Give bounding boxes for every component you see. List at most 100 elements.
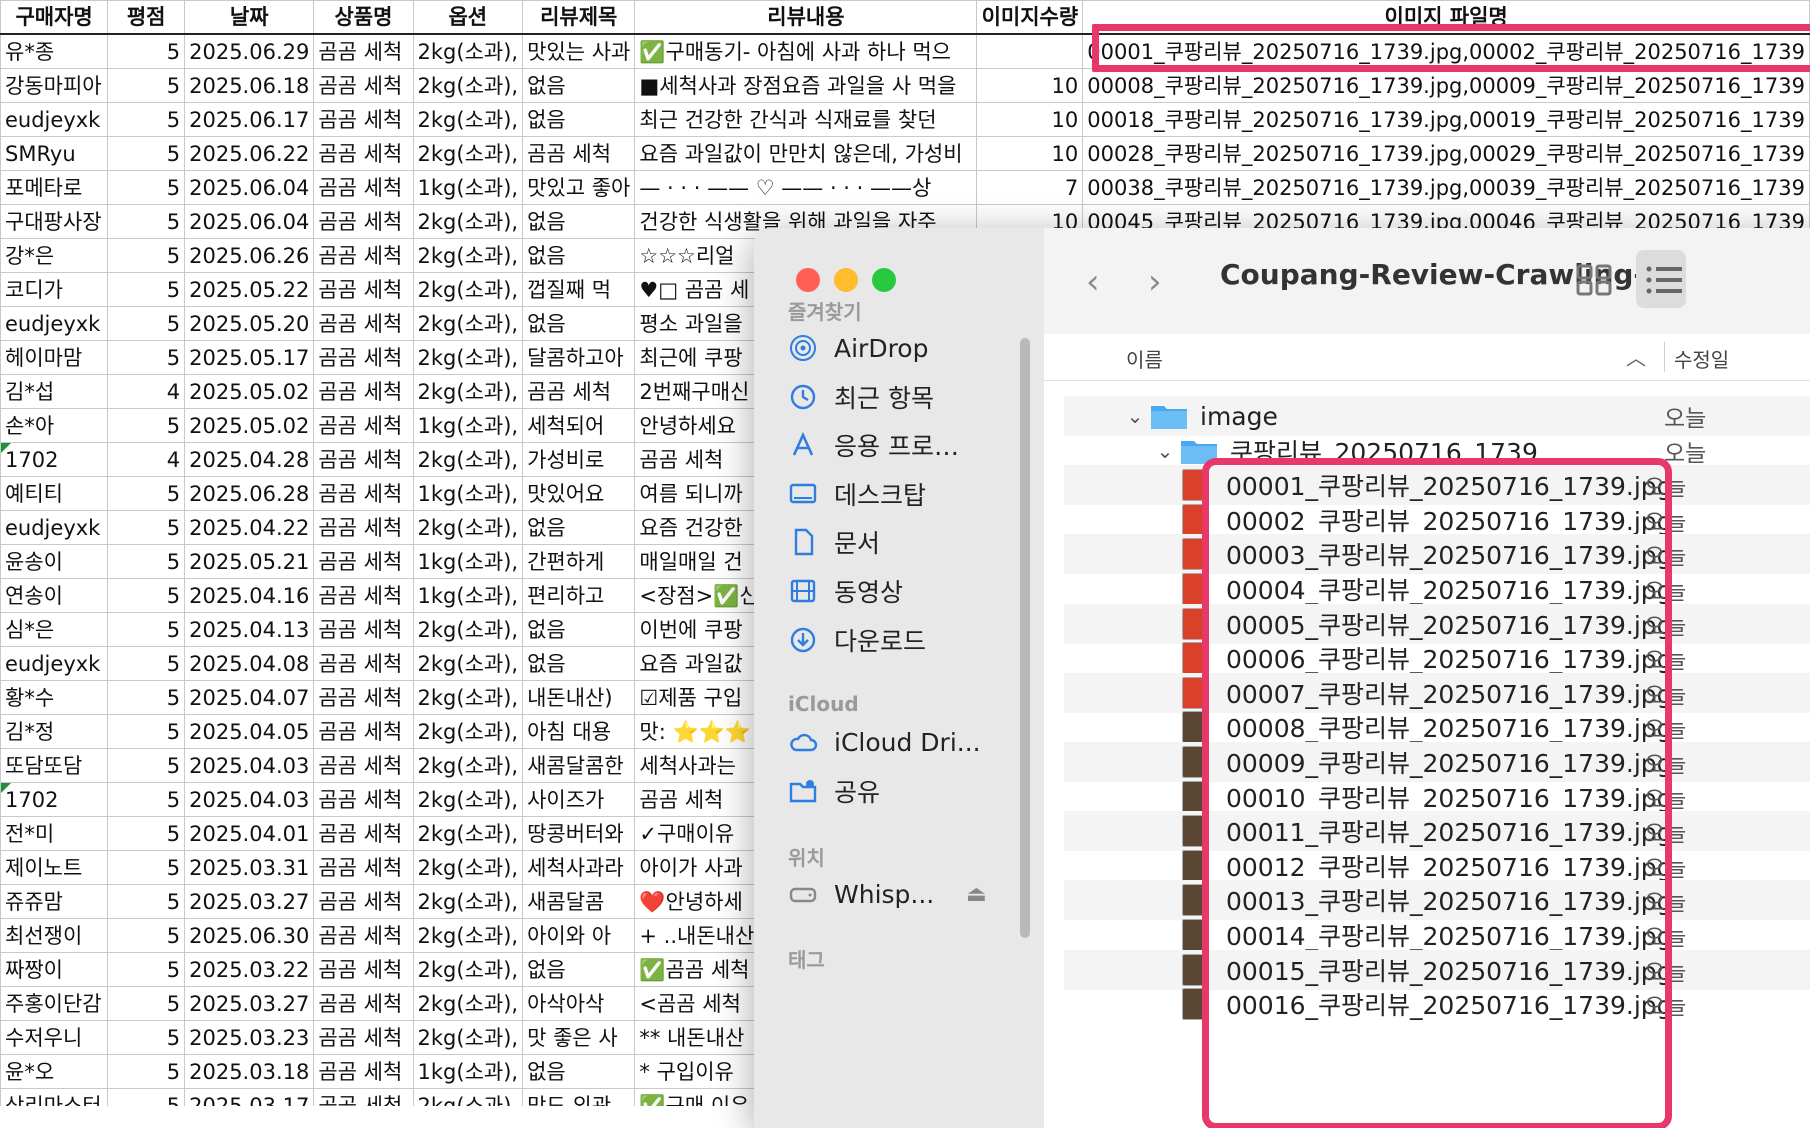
- table-cell[interactable]: 5: [107, 782, 186, 817]
- table-cell[interactable]: 2kg(소과),: [412, 884, 524, 919]
- table-cell[interactable]: 2025.04.16: [184, 578, 315, 613]
- table-cell[interactable]: 2025.03.23: [184, 1020, 315, 1055]
- table-cell[interactable]: 요즘 과일값이 만만치 않은데, 가성비: [634, 136, 978, 171]
- table-cell[interactable]: 2025.06.04: [184, 204, 315, 239]
- table-cell[interactable]: 곰곰 세척: [313, 1020, 414, 1055]
- sidebar-item[interactable]: 공유: [788, 769, 880, 813]
- table-cell[interactable]: 헤이마맘: [0, 340, 109, 375]
- table-cell[interactable]: 곰곰 세척: [313, 68, 414, 103]
- table-cell[interactable]: 5: [107, 816, 186, 851]
- table-cell[interactable]: 강동마피아: [0, 68, 109, 103]
- table-cell[interactable]: 5: [107, 306, 186, 341]
- column-header-0[interactable]: 구매자명: [0, 0, 109, 35]
- table-cell[interactable]: 없음: [522, 510, 636, 545]
- table-cell[interactable]: 10: [976, 68, 1084, 103]
- table-cell[interactable]: 가성비로: [522, 442, 636, 477]
- table-cell[interactable]: 5: [107, 238, 186, 273]
- table-cell[interactable]: 곰곰 세척: [313, 1054, 414, 1089]
- table-cell[interactable]: 곰곰 세척: [313, 714, 414, 749]
- table-cell[interactable]: 곰곰 세척: [313, 442, 414, 477]
- table-cell[interactable]: 10: [976, 136, 1084, 171]
- table-cell[interactable]: 1702: [0, 782, 109, 817]
- table-cell[interactable]: 2025.03.17: [184, 1088, 315, 1106]
- table-cell[interactable]: 맛있어요: [522, 476, 636, 511]
- table-cell[interactable]: 5: [107, 340, 186, 375]
- sidebar-item[interactable]: 동영상: [788, 569, 903, 613]
- table-cell[interactable]: 포메타로: [0, 170, 109, 205]
- table-cell[interactable]: 2025.03.18: [184, 1054, 315, 1089]
- close-window-button[interactable]: [796, 268, 820, 292]
- table-cell[interactable]: 사이즈가: [522, 782, 636, 817]
- column-header-4[interactable]: 옵션: [412, 0, 524, 35]
- table-cell[interactable]: 곰곰 세척: [313, 102, 414, 137]
- table-cell[interactable]: 없음: [522, 646, 636, 681]
- table-cell[interactable]: 수저우니: [0, 1020, 109, 1055]
- table-cell[interactable]: 맛있는 사과: [522, 33, 636, 69]
- table-cell[interactable]: 5: [107, 136, 186, 171]
- table-cell[interactable]: 5: [107, 33, 186, 69]
- table-cell[interactable]: 5: [107, 102, 186, 137]
- table-cell[interactable]: 또담또담: [0, 748, 109, 783]
- table-cell[interactable]: 아침 대용: [522, 714, 636, 749]
- table-cell[interactable]: 2kg(소과),: [412, 33, 524, 69]
- table-cell[interactable]: 편리하고: [522, 578, 636, 613]
- table-cell[interactable]: 없음: [522, 102, 636, 137]
- table-cell[interactable]: 곰곰 세척: [313, 340, 414, 375]
- table-cell[interactable]: eudjeyxk: [0, 102, 109, 137]
- table-cell[interactable]: 1kg(소과),: [412, 408, 524, 443]
- disclosure-chevron-icon[interactable]: ⌄: [1154, 439, 1176, 463]
- table-cell[interactable]: 5: [107, 918, 186, 953]
- table-cell[interactable]: 5: [107, 408, 186, 443]
- table-cell[interactable]: 곰곰 세척: [313, 170, 414, 205]
- back-button[interactable]: ‹: [1086, 262, 1100, 302]
- table-cell[interactable]: [976, 33, 1084, 69]
- table-cell[interactable]: 2025.06.04: [184, 170, 315, 205]
- table-cell[interactable]: 곰곰 세척: [522, 136, 636, 171]
- table-cell[interactable]: 새콤달콤: [522, 884, 636, 919]
- table-cell[interactable]: 곰곰 세척: [313, 204, 414, 239]
- table-cell[interactable]: 2025.04.07: [184, 680, 315, 715]
- table-cell[interactable]: 연송이: [0, 578, 109, 613]
- table-cell[interactable]: 4: [107, 442, 186, 477]
- sidebar-item[interactable]: iCloud Dri...: [788, 720, 981, 764]
- column-header-3[interactable]: 상품명: [313, 0, 414, 35]
- column-divider[interactable]: [1664, 342, 1665, 372]
- table-cell[interactable]: 5: [107, 1088, 186, 1106]
- table-cell[interactable]: 1kg(소과),: [412, 476, 524, 511]
- table-cell[interactable]: 곰곰 세척: [313, 510, 414, 545]
- sidebar-item[interactable]: Whisp...: [788, 872, 934, 916]
- table-cell[interactable]: — · · · —— ♡ —— · · · ——상: [634, 170, 978, 205]
- table-cell[interactable]: 2025.03.31: [184, 850, 315, 885]
- table-cell[interactable]: 2kg(소과),: [412, 782, 524, 817]
- table-cell[interactable]: 맛있고 좋아: [522, 170, 636, 205]
- table-cell[interactable]: 2025.04.01: [184, 816, 315, 851]
- table-cell[interactable]: 심*은: [0, 612, 109, 647]
- table-cell[interactable]: 2kg(소과),: [412, 1020, 524, 1055]
- table-cell[interactable]: 최근 건강한 간식과 식재료를 찾던: [634, 102, 978, 137]
- table-cell[interactable]: 없음: [522, 238, 636, 273]
- table-cell[interactable]: SMRyu: [0, 136, 109, 171]
- zoom-window-button[interactable]: [872, 268, 896, 292]
- sidebar-item[interactable]: 최근 항목: [788, 375, 934, 419]
- table-cell[interactable]: 2kg(소과),: [412, 68, 524, 103]
- table-cell[interactable]: 2025.04.28: [184, 442, 315, 477]
- table-cell[interactable]: 곰곰 세척: [313, 646, 414, 681]
- table-cell[interactable]: 맛 좋은 사: [522, 1020, 636, 1055]
- table-cell[interactable]: 곰곰 세척: [313, 374, 414, 409]
- table-cell[interactable]: 곰곰 세척: [313, 544, 414, 579]
- table-cell[interactable]: 5: [107, 680, 186, 715]
- table-cell[interactable]: 강*은: [0, 238, 109, 273]
- table-cell[interactable]: 2kg(소과),: [412, 374, 524, 409]
- table-cell[interactable]: 2kg(소과),: [412, 612, 524, 647]
- table-cell[interactable]: 곰곰 세척: [313, 476, 414, 511]
- table-cell[interactable]: 2025.06.22: [184, 136, 315, 171]
- table-cell[interactable]: 2025.04.05: [184, 714, 315, 749]
- table-cell[interactable]: 2kg(소과),: [412, 918, 524, 953]
- forward-button[interactable]: ›: [1148, 262, 1162, 302]
- column-header-7[interactable]: 이미지수량: [976, 0, 1084, 35]
- table-cell[interactable]: 곰곰 세척: [313, 952, 414, 987]
- table-cell[interactable]: 5: [107, 476, 186, 511]
- table-cell[interactable]: 곰곰 세척: [313, 272, 414, 307]
- table-cell[interactable]: 곰곰 세척: [313, 238, 414, 273]
- table-cell[interactable]: 코디가: [0, 272, 109, 307]
